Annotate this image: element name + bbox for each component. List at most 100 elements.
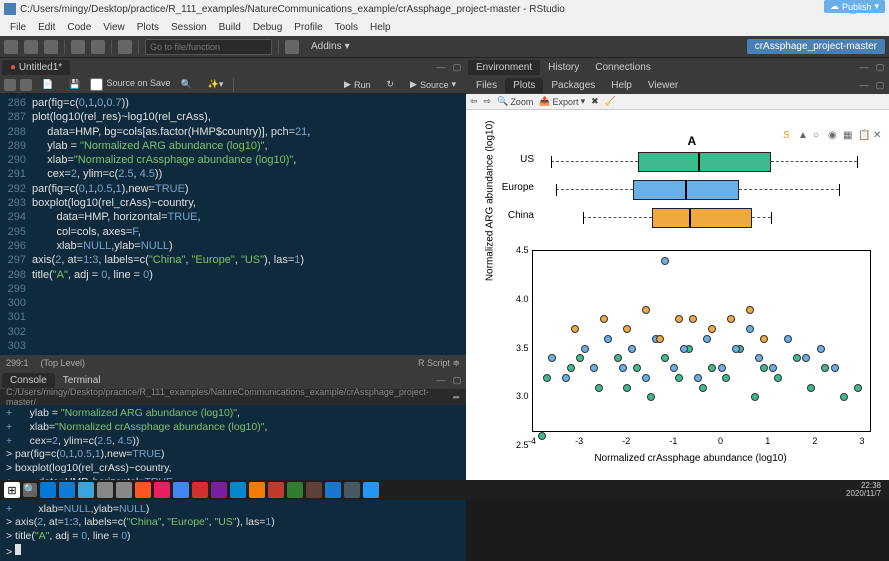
taskbar-app-3[interactable] <box>97 482 113 498</box>
menu-edit[interactable]: Edit <box>32 22 61 33</box>
tab-help[interactable]: Help <box>603 78 640 93</box>
start-button[interactable]: ⊞ <box>4 482 20 498</box>
scatter-point <box>567 364 575 372</box>
scatter-point <box>680 345 688 353</box>
console-min-icon[interactable]: — <box>434 373 448 387</box>
export-button[interactable]: 📤 Export ▾ <box>539 96 585 107</box>
find-icon[interactable]: 🔍 <box>174 78 197 91</box>
save-icon[interactable] <box>71 40 85 54</box>
menu-profile[interactable]: Profile <box>288 22 328 33</box>
scatter-point <box>571 325 579 333</box>
fwd-icon[interactable] <box>20 79 32 91</box>
scatter-point <box>623 325 631 333</box>
addins-button[interactable]: Addins ▾ <box>305 39 356 54</box>
scope[interactable]: (Top Level) <box>41 358 86 368</box>
open-file-icon[interactable] <box>44 40 58 54</box>
taskbar-app-10[interactable] <box>230 482 246 498</box>
env-max-icon[interactable]: ▢ <box>873 60 887 74</box>
menu-tools[interactable]: Tools <box>329 22 364 33</box>
pane-max-icon[interactable]: ▢ <box>450 60 464 74</box>
print-icon[interactable] <box>118 40 132 54</box>
publish-button[interactable]: ☁ Publish ▾ <box>824 0 885 13</box>
project-badge[interactable]: crAssphage_project-master <box>747 39 885 54</box>
save-all-icon[interactable] <box>91 40 105 54</box>
pane-min-icon[interactable]: — <box>434 60 448 74</box>
scatter-point <box>670 364 678 372</box>
tab-environment[interactable]: Environment <box>468 60 540 75</box>
taskbar-app-7[interactable] <box>173 482 189 498</box>
boxplot-chart: A USEuropeChina <box>496 132 879 240</box>
code-editor[interactable]: 286par(fig=c(0,1,0,0.7))287plot(log10(re… <box>0 94 466 355</box>
taskbar-app-14[interactable] <box>306 482 322 498</box>
source-button[interactable]: ▶ Source ▾ <box>404 78 462 91</box>
taskbar-app-17[interactable] <box>363 482 379 498</box>
scatter-point <box>543 374 551 382</box>
tab-files[interactable]: Files <box>468 78 505 93</box>
back-icon[interactable] <box>4 79 16 91</box>
goto-file-input[interactable] <box>145 39 272 55</box>
taskbar-app-1[interactable] <box>59 482 75 498</box>
scatter-ylabel: Normalized ARG abundance (log10) <box>485 121 496 282</box>
menu-plots[interactable]: Plots <box>131 22 165 33</box>
scatter-point <box>642 306 650 314</box>
grid-icon[interactable] <box>285 40 299 54</box>
search-icon[interactable]: 🔍 <box>23 483 37 497</box>
taskbar-app-5[interactable] <box>135 482 151 498</box>
tab-connections[interactable]: Connections <box>587 60 659 75</box>
tab-history[interactable]: History <box>540 60 587 75</box>
taskbar-app-11[interactable] <box>249 482 265 498</box>
new-project-icon[interactable] <box>24 40 38 54</box>
remove-plot-icon[interactable]: ✖ <box>591 96 599 107</box>
taskbar-app-0[interactable] <box>40 482 56 498</box>
menu-view[interactable]: View <box>97 22 131 33</box>
menu-debug[interactable]: Debug <box>247 22 288 33</box>
taskbar-app-15[interactable] <box>325 482 341 498</box>
tab-viewer[interactable]: Viewer <box>640 78 686 93</box>
browse-icon[interactable]: ➦ <box>452 392 460 403</box>
taskbar-app-6[interactable] <box>154 482 170 498</box>
new-file-icon[interactable] <box>4 40 18 54</box>
taskbar-app-4[interactable] <box>116 482 132 498</box>
source-on-save-checkbox[interactable]: Source on Save <box>90 78 170 91</box>
boxplot-category-label: US <box>494 154 534 165</box>
scatter-point <box>755 354 763 362</box>
tab-terminal[interactable]: Terminal <box>55 373 109 388</box>
run-button[interactable]: ▶ Run <box>338 78 376 91</box>
source-status: 299:1 (Top Level) R Script ≑ <box>0 355 466 371</box>
window-titlebar: C:/Users/mingy/Desktop/practice/R_111_ex… <box>0 0 889 18</box>
console-path: C:/Users/mingy/Desktop/practice/R_111_ex… <box>0 389 466 405</box>
taskbar-app-9[interactable] <box>211 482 227 498</box>
source-tab[interactable]: ● Untitled1* <box>2 60 70 75</box>
tab-console[interactable]: Console <box>2 373 55 388</box>
tab-plots[interactable]: Plots <box>505 78 543 93</box>
env-min-icon[interactable]: — <box>857 60 871 74</box>
menu-file[interactable]: File <box>4 22 32 33</box>
zoom-button[interactable]: 🔍 Zoom <box>497 96 533 107</box>
scatter-point <box>562 374 570 382</box>
plot-max-icon[interactable]: ▢ <box>873 78 887 92</box>
scatter-point <box>793 354 801 362</box>
lang-selector[interactable]: R Script ≑ <box>418 358 460 369</box>
scatter-point <box>769 364 777 372</box>
taskbar-app-16[interactable] <box>344 482 360 498</box>
plot-min-icon[interactable]: — <box>857 78 871 92</box>
show-doc-icon[interactable]: 📄 <box>36 78 59 91</box>
menu-help[interactable]: Help <box>364 22 397 33</box>
save-file-icon[interactable]: 💾 <box>63 78 86 91</box>
menu-code[interactable]: Code <box>61 22 97 33</box>
clear-plots-icon[interactable]: 🧹 <box>605 96 616 107</box>
menu-session[interactable]: Session <box>165 22 213 33</box>
taskbar-app-13[interactable] <box>287 482 303 498</box>
taskbar-app-8[interactable] <box>192 482 208 498</box>
wand-icon[interactable]: ✨▾ <box>202 78 230 91</box>
taskbar-app-2[interactable] <box>78 482 94 498</box>
system-clock[interactable]: 22:38 2020/11/7 <box>846 482 885 498</box>
taskbar-app-12[interactable] <box>268 482 284 498</box>
scatter-point <box>751 393 759 401</box>
tab-packages[interactable]: Packages <box>543 78 603 93</box>
next-plot-icon[interactable]: ⇨ <box>484 96 492 107</box>
menu-build[interactable]: Build <box>213 22 247 33</box>
prev-plot-icon[interactable]: ⇦ <box>470 96 478 107</box>
rerun-icon[interactable]: ↻ <box>380 78 400 91</box>
console-max-icon[interactable]: ▢ <box>450 373 464 387</box>
